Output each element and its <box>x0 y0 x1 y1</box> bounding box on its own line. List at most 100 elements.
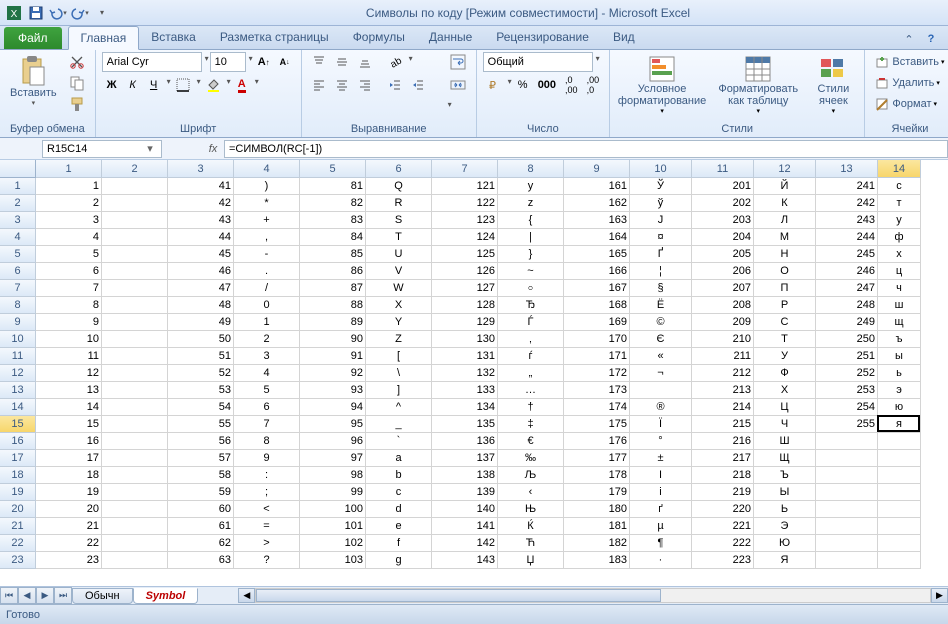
cell[interactable]: 176 <box>564 433 630 450</box>
cell[interactable]: О <box>754 263 816 280</box>
col-header[interactable]: 2 <box>102 160 168 178</box>
cell[interactable]: « <box>630 348 692 365</box>
row-header[interactable]: 18 <box>0 467 36 484</box>
cell[interactable] <box>102 484 168 501</box>
cell[interactable]: 179 <box>564 484 630 501</box>
cell[interactable]: ц <box>878 263 921 280</box>
fill-dd-icon[interactable] <box>225 75 231 95</box>
name-box[interactable]: R15C14▾ <box>42 140 162 158</box>
cell[interactable]: 2 <box>36 195 102 212</box>
cell[interactable]: 133 <box>432 382 498 399</box>
cell[interactable]: / <box>234 280 300 297</box>
cell[interactable]: 248 <box>816 297 878 314</box>
cell[interactable]: 1 <box>36 178 102 195</box>
cell[interactable]: і <box>630 484 692 501</box>
cell[interactable]: 59 <box>168 484 234 501</box>
cell[interactable]: Q <box>366 178 432 195</box>
cell[interactable]: 49 <box>168 314 234 331</box>
cell[interactable]: , <box>234 229 300 246</box>
cell[interactable]: 81 <box>300 178 366 195</box>
cell[interactable]: 12 <box>36 365 102 382</box>
row-header[interactable]: 5 <box>0 246 36 263</box>
cell[interactable]: 181 <box>564 518 630 535</box>
cell[interactable]: 254 <box>816 399 878 416</box>
cell[interactable] <box>102 501 168 518</box>
cell[interactable] <box>878 552 921 569</box>
cell[interactable]: 10 <box>36 331 102 348</box>
cell[interactable]: 89 <box>300 314 366 331</box>
cell[interactable]: ^ <box>366 399 432 416</box>
format-painter-button[interactable] <box>65 94 89 114</box>
cell[interactable]: ) <box>234 178 300 195</box>
cell[interactable]: 50 <box>168 331 234 348</box>
underline-dd-icon[interactable] <box>165 75 171 95</box>
cell[interactable]: С <box>754 314 816 331</box>
row-header[interactable]: 20 <box>0 501 36 518</box>
cell[interactable]: Л <box>754 212 816 229</box>
cell[interactable]: 210 <box>692 331 754 348</box>
cell[interactable]: 94 <box>300 399 366 416</box>
excel-icon[interactable]: X <box>4 3 24 23</box>
cell[interactable]: І <box>630 467 692 484</box>
cell[interactable]: 7 <box>36 280 102 297</box>
cell[interactable]: 90 <box>300 331 366 348</box>
cell[interactable]: 168 <box>564 297 630 314</box>
cell[interactable]: 5 <box>234 382 300 399</box>
ribbon-minimize-icon[interactable]: ⌃ <box>900 30 918 48</box>
cell[interactable]: g <box>366 552 432 569</box>
col-header[interactable]: 6 <box>366 160 432 178</box>
cell[interactable]: - <box>234 246 300 263</box>
cell[interactable]: | <box>498 229 564 246</box>
cell[interactable]: Ѓ <box>498 314 564 331</box>
row-header[interactable]: 4 <box>0 229 36 246</box>
cell[interactable]: 162 <box>564 195 630 212</box>
cell[interactable]: 244 <box>816 229 878 246</box>
cell[interactable]: 1 <box>234 314 300 331</box>
cell[interactable]: 255 <box>816 416 878 433</box>
cell[interactable]: М <box>754 229 816 246</box>
cell[interactable]: y <box>498 178 564 195</box>
cell[interactable]: 95 <box>300 416 366 433</box>
cell[interactable]: 220 <box>692 501 754 518</box>
cell[interactable]: 60 <box>168 501 234 518</box>
hscroll-right-icon[interactable]: ▶ <box>931 588 948 603</box>
cell[interactable]: ъ <box>878 331 921 348</box>
cell[interactable]: 97 <box>300 450 366 467</box>
cell[interactable]: 207 <box>692 280 754 297</box>
col-header[interactable]: 12 <box>754 160 816 178</box>
cell[interactable]: 84 <box>300 229 366 246</box>
cell[interactable] <box>102 229 168 246</box>
cell[interactable]: 242 <box>816 195 878 212</box>
cell[interactable]: 96 <box>300 433 366 450</box>
accounting-format-button[interactable]: ₽ <box>483 75 505 95</box>
cell[interactable]: { <box>498 212 564 229</box>
cell[interactable]: 214 <box>692 399 754 416</box>
italic-button[interactable]: К <box>123 75 143 95</box>
format-as-table-button[interactable]: Форматировать как таблицу▾ <box>712 52 804 118</box>
cell[interactable]: 46 <box>168 263 234 280</box>
cell[interactable]: 5 <box>36 246 102 263</box>
cell[interactable]: Ђ <box>498 297 564 314</box>
cell[interactable]: < <box>234 501 300 518</box>
align-top-button[interactable] <box>308 52 330 72</box>
cell[interactable]: ± <box>630 450 692 467</box>
cell[interactable]: 165 <box>564 246 630 263</box>
cell[interactable]: ¦ <box>630 263 692 280</box>
cell[interactable]: 41 <box>168 178 234 195</box>
cell[interactable]: c <box>366 484 432 501</box>
cell[interactable]: 246 <box>816 263 878 280</box>
cell[interactable]: Х <box>754 382 816 399</box>
cell[interactable]: 9 <box>234 450 300 467</box>
number-format-selector[interactable] <box>483 52 593 72</box>
sheet-tab-symbol[interactable]: Symbol <box>133 588 199 604</box>
cell[interactable]: : <box>234 467 300 484</box>
cell[interactable]: 0 <box>234 297 300 314</box>
col-header[interactable]: 14 <box>878 160 921 178</box>
cell[interactable]: 19 <box>36 484 102 501</box>
cell[interactable]: 164 <box>564 229 630 246</box>
cell[interactable]: … <box>498 382 564 399</box>
cell[interactable] <box>102 348 168 365</box>
cell[interactable]: 18 <box>36 467 102 484</box>
cell[interactable]: ] <box>366 382 432 399</box>
align-left-button[interactable] <box>308 75 330 95</box>
